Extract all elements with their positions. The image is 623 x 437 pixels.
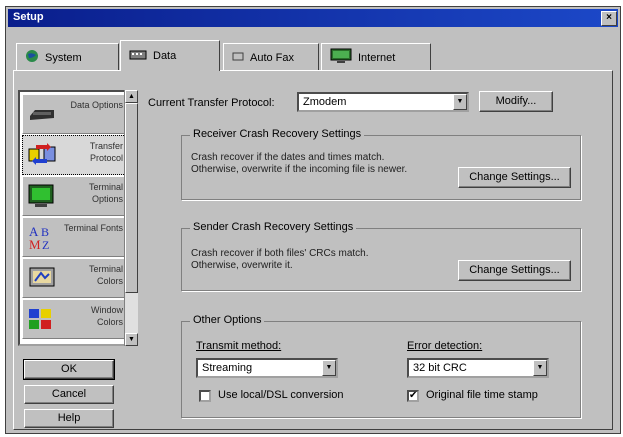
transfer-icon [27, 141, 57, 169]
receiver-text-line2: Otherwise, overwrite if the incoming fil… [191, 164, 408, 175]
palette-icon [27, 305, 57, 333]
tab-system-label: System [45, 51, 82, 64]
transmit-method-value: Streaming [202, 362, 253, 374]
window-title: Setup [13, 11, 44, 23]
error-detection-value: 32 bit CRC [413, 362, 467, 374]
transmit-method-select[interactable]: Streaming ▼ [196, 358, 338, 378]
category-label: Terminal Fonts [63, 223, 123, 233]
tab-data-label: Data [153, 50, 177, 62]
scroll-up-button[interactable]: ▲ [125, 90, 138, 103]
scroll-thumb[interactable] [125, 103, 138, 293]
receiver-change-settings-button[interactable]: Change Settings... [458, 167, 571, 188]
chevron-down-icon[interactable]: ▼ [453, 94, 467, 110]
modify-button[interactable]: Modify... [479, 91, 553, 112]
monitor-icon [330, 48, 352, 67]
category-transfer-protocol[interactable]: Transfer Protocol [22, 135, 128, 175]
local-dsl-conversion-checkbox[interactable] [199, 390, 211, 402]
chevron-down-icon[interactable]: ▼ [533, 360, 547, 376]
terminal-icon [27, 182, 57, 210]
receiver-text-line1: Crash recover if the dates and times mat… [191, 152, 385, 163]
category-label: Transfer Protocol [89, 141, 123, 163]
other-options-title: Other Options [190, 314, 265, 326]
svg-text:M: M [29, 237, 41, 251]
category-terminal-fonts[interactable]: ABMZ Terminal Fonts [22, 217, 128, 257]
original-time-stamp-checkbox[interactable]: ✔ [407, 390, 419, 402]
modem-icon [27, 100, 57, 128]
tab-internet-label: Internet [358, 51, 396, 64]
tab-data[interactable]: Data [120, 40, 220, 71]
globe-icon [25, 49, 39, 66]
tab-internet[interactable]: Internet [321, 43, 431, 71]
category-terminal-options[interactable]: Terminal Options [22, 176, 128, 216]
help-button[interactable]: Help [24, 409, 114, 428]
local-dsl-conversion-label: Use local/DSL conversion [218, 389, 344, 401]
category-list[interactable]: Data Options Transfer Protocol Terminal … [18, 90, 130, 346]
svg-text:B: B [41, 225, 49, 239]
transmit-method-label: Transmit method: [196, 340, 282, 352]
sender-change-settings-button[interactable]: Change Settings... [458, 260, 571, 281]
protocol-value: Zmodem [303, 96, 347, 108]
title-bar[interactable]: Setup × [8, 9, 618, 27]
category-data-options[interactable]: Data Options [22, 94, 128, 134]
cancel-button[interactable]: Cancel [24, 385, 114, 404]
protocol-label: Current Transfer Protocol: [148, 97, 275, 109]
category-window-colors[interactable]: Window Colors [22, 299, 128, 339]
category-label: Data Options [70, 100, 123, 110]
sender-group-title: Sender Crash Recovery Settings [190, 221, 357, 233]
tab-system[interactable]: System [16, 43, 119, 71]
ok-button[interactable]: OK [23, 359, 115, 380]
sender-text-line2: Otherwise, overwrite it. [191, 260, 293, 271]
fax-icon [232, 50, 244, 65]
category-terminal-colors[interactable]: Terminal Colors [22, 258, 128, 298]
error-detection-label: Error detection: [407, 340, 483, 352]
chevron-down-icon[interactable]: ▼ [322, 360, 336, 376]
original-time-stamp-label: Original file time stamp [426, 389, 538, 401]
colors-icon [27, 264, 57, 292]
tab-auto-fax-label: Auto Fax [250, 51, 295, 64]
check-mark-icon: ✔ [409, 390, 418, 401]
scroll-down-button[interactable]: ▼ [125, 333, 138, 346]
category-label: Window Colors [90, 305, 123, 327]
protocol-select[interactable]: Zmodem ▼ [297, 92, 469, 112]
receiver-group-title: Receiver Crash Recovery Settings [190, 128, 365, 140]
fonts-icon: ABMZ [27, 223, 57, 252]
sender-text-line1: Crash recover if both files' CRCs match. [191, 248, 369, 259]
error-detection-select[interactable]: 32 bit CRC ▼ [407, 358, 549, 378]
category-scrollbar[interactable]: ▲ ▼ [124, 90, 138, 346]
svg-text:Z: Z [42, 238, 49, 251]
category-label: Terminal Colors [88, 264, 123, 286]
tab-auto-fax[interactable]: Auto Fax [223, 43, 319, 71]
category-label: Terminal Options [88, 182, 123, 204]
close-button[interactable]: × [601, 11, 617, 26]
keyboard-icon [129, 49, 147, 64]
